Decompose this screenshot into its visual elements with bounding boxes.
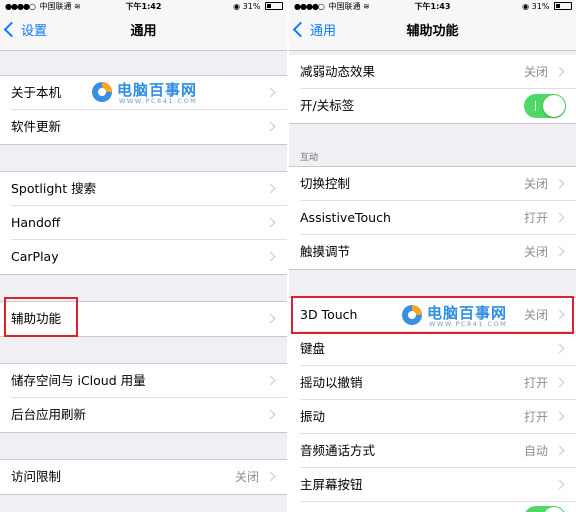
general-settings-screen: ●●●●○ 中国联通 ≋ 下午1:42 ◉ 31% 设置 通用 关于本机 软件更…: [0, 0, 287, 512]
row-label: 切换控制: [300, 176, 351, 191]
row-background-app-refresh[interactable]: 后台应用刷新: [0, 398, 287, 432]
chevron-right-icon: [554, 309, 565, 320]
row-value: 关闭: [523, 177, 548, 191]
chevron-right-icon: [265, 121, 276, 132]
chevron-right-icon: [554, 246, 565, 257]
row-label: CarPlay: [11, 249, 59, 264]
row-label: 关于本机: [11, 85, 62, 100]
chevron-right-icon: [265, 375, 276, 386]
rotation-lock-icon: ◉: [522, 2, 530, 11]
battery-percent: 31%: [242, 2, 261, 11]
toggle-knob: [543, 507, 565, 512]
row-shake-to-undo[interactable]: 摇动以撤销 打开: [289, 366, 576, 400]
row-label: 开/关标签: [300, 98, 355, 113]
row-on-off-labels: 开/关标签: [289, 89, 576, 123]
row-label: 访问限制: [11, 469, 62, 484]
page-title: 辅助功能: [406, 24, 459, 39]
on-off-labels-toggle[interactable]: [524, 94, 566, 118]
chevron-right-icon: [554, 212, 565, 223]
toggle-knob: [543, 95, 565, 117]
row-value: 关闭: [234, 470, 259, 484]
row-storage-icloud-usage[interactable]: 储存空间与 iCloud 用量: [0, 364, 287, 398]
row-label: 振动: [300, 409, 326, 424]
chevron-right-icon: [554, 66, 565, 77]
row-label: 辅助功能: [11, 311, 62, 326]
row-keyboard[interactable]: 键盘: [289, 332, 576, 366]
battery-icon: [265, 2, 283, 10]
row-home-button[interactable]: 主屏幕按钮: [289, 468, 576, 502]
row-label: 摇动以撤销: [300, 375, 363, 390]
navigation-bar: 通用 辅助功能: [289, 14, 576, 51]
battery-percent: 31%: [531, 2, 550, 11]
chevron-right-icon: [265, 251, 276, 262]
row-label: 减弱动态效果: [300, 64, 376, 79]
on-label-mark: [535, 101, 536, 111]
row-label: 储存空间与 iCloud 用量: [11, 373, 146, 388]
chevron-right-icon: [265, 471, 276, 482]
row-accessibility[interactable]: 辅助功能: [0, 302, 287, 336]
row-software-update[interactable]: 软件更新: [0, 110, 287, 144]
row-carplay[interactable]: CarPlay: [0, 240, 287, 274]
chevron-right-icon: [554, 343, 565, 354]
row-label: 3D Touch: [300, 307, 358, 322]
chevron-right-icon: [265, 87, 276, 98]
chevron-right-icon: [554, 178, 565, 189]
row-value: 自动: [523, 444, 548, 458]
rotation-lock-icon: ◉: [233, 2, 241, 11]
section-header-interaction: 互动: [300, 153, 319, 163]
row-label: 触摸调节: [300, 244, 351, 259]
chevron-right-icon: [265, 313, 276, 324]
page-title: 通用: [130, 24, 157, 39]
row-label: 后台应用刷新: [11, 407, 87, 422]
row-about[interactable]: 关于本机: [0, 76, 287, 110]
row-call-audio-routing[interactable]: 音频通话方式 自动: [289, 434, 576, 468]
status-bar: ●●●●○ 中国联通 ≋ 下午1:42 ◉ 31%: [0, 0, 287, 14]
partial-toggle[interactable]: [524, 506, 566, 512]
row-label: Spotlight 搜索: [11, 181, 97, 196]
row-switch-control[interactable]: 切换控制 关闭: [289, 167, 576, 201]
row-reduce-motion[interactable]: 减弱动态效果 关闭: [289, 55, 576, 89]
row-3d-touch[interactable]: 3D Touch 关闭: [289, 298, 576, 332]
battery-icon: [554, 2, 572, 10]
row-label: 软件更新: [11, 119, 62, 134]
status-bar: ●●●●○ 中国联通 ≋ 下午1:43 ◉ 31%: [289, 0, 576, 14]
row-value: 关闭: [523, 245, 548, 259]
accessibility-screen: ●●●●○ 中国联通 ≋ 下午1:43 ◉ 31% 通用 辅助功能 减弱动态效果…: [289, 0, 576, 512]
chevron-right-icon: [554, 445, 565, 456]
row-partial: [289, 502, 576, 512]
chevron-right-icon: [265, 217, 276, 228]
row-vibration[interactable]: 振动 打开: [289, 400, 576, 434]
row-value: 关闭: [523, 308, 548, 322]
row-value: 打开: [523, 376, 548, 390]
chevron-right-icon: [554, 411, 565, 422]
row-value: 打开: [523, 211, 548, 225]
row-touch-accommodations[interactable]: 触摸调节 关闭: [289, 235, 576, 269]
row-handoff[interactable]: Handoff: [0, 206, 287, 240]
chevron-right-icon: [554, 377, 565, 388]
chevron-right-icon: [554, 479, 565, 490]
chevron-right-icon: [265, 409, 276, 420]
chevron-right-icon: [265, 183, 276, 194]
row-label: 主屏幕按钮: [300, 477, 363, 492]
row-label: Handoff: [11, 215, 61, 230]
navigation-bar: 设置 通用: [0, 14, 287, 51]
row-assistive-touch[interactable]: AssistiveTouch 打开: [289, 201, 576, 235]
row-value: 关闭: [523, 65, 548, 79]
row-restrictions[interactable]: 访问限制 关闭: [0, 460, 287, 494]
row-value: 打开: [523, 410, 548, 424]
row-label: 音频通话方式: [300, 443, 376, 458]
row-label: AssistiveTouch: [300, 210, 391, 225]
row-label: 键盘: [300, 341, 326, 356]
row-spotlight-search[interactable]: Spotlight 搜索: [0, 172, 287, 206]
